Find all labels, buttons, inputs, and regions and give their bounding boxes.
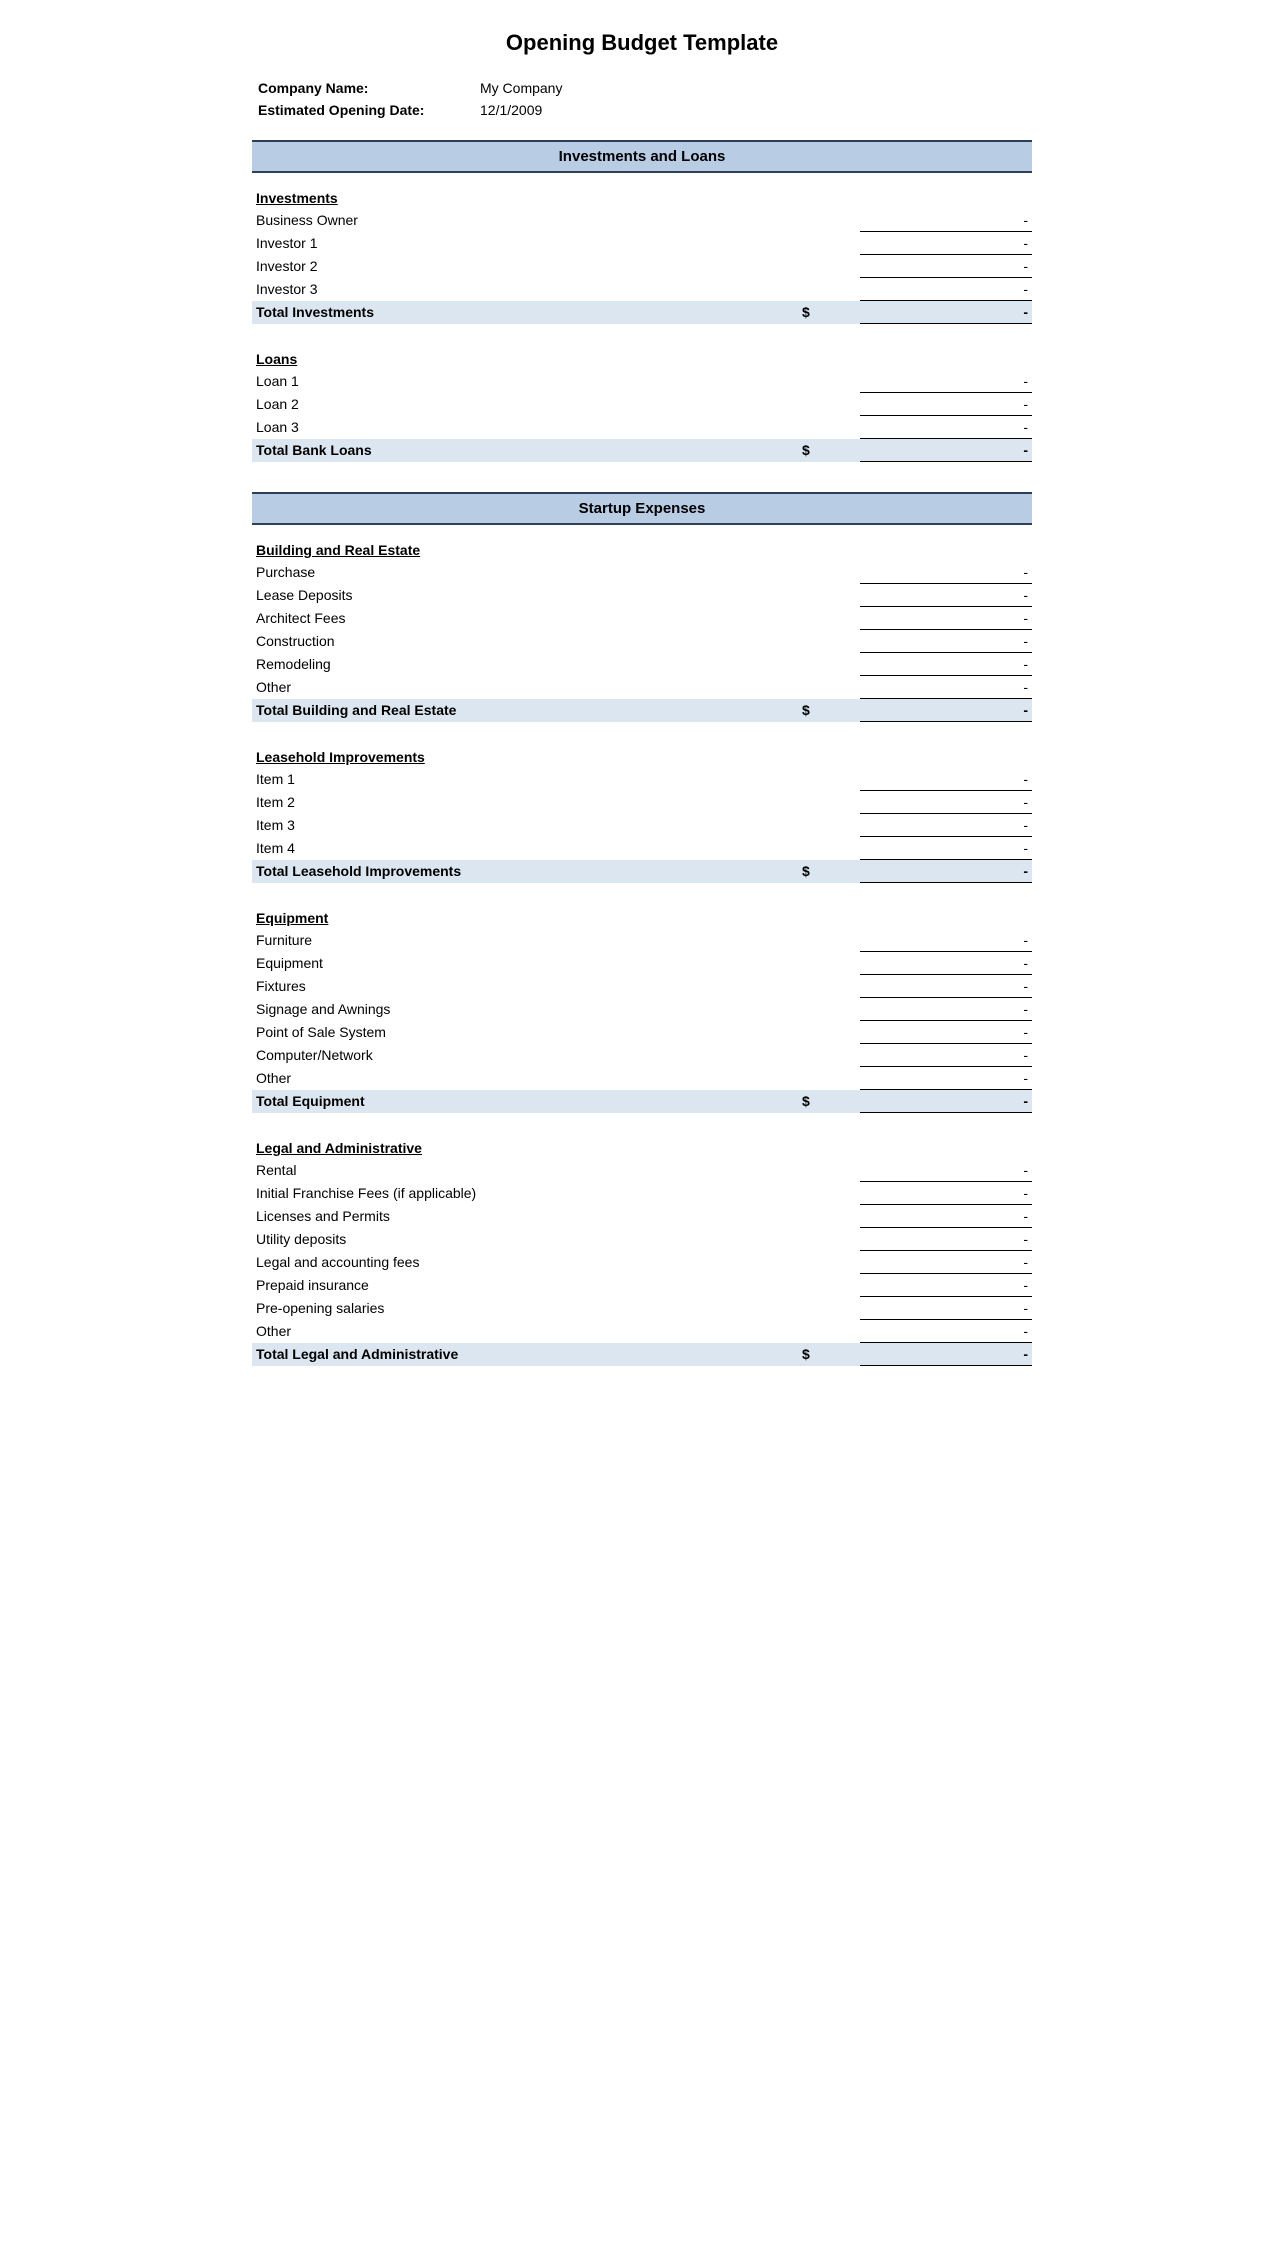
list-item: Equipment - xyxy=(252,952,1032,975)
list-item: Other - xyxy=(252,1320,1032,1343)
list-item: Loan 1 - xyxy=(252,370,1032,393)
date-label: Estimated Opening Date: xyxy=(254,100,474,120)
list-item: Lease Deposits - xyxy=(252,584,1032,607)
total-equipment-row: Total Equipment $ - xyxy=(252,1090,1032,1113)
legal-table: Legal and Administrative Rental - Initia… xyxy=(252,1137,1032,1366)
investments-title: Investments xyxy=(252,187,798,209)
list-item: Architect Fees - xyxy=(252,607,1032,630)
legal-title: Legal and Administrative xyxy=(252,1137,798,1159)
list-item: Other - xyxy=(252,676,1032,699)
list-item: Item 1 - xyxy=(252,768,1032,791)
total-investments-row: Total Investments $ - xyxy=(252,301,1032,324)
total-building-row: Total Building and Real Estate $ - xyxy=(252,699,1032,722)
list-item: Legal and accounting fees - xyxy=(252,1251,1032,1274)
page-title: Opening Budget Template xyxy=(252,30,1032,56)
list-item: Utility deposits - xyxy=(252,1228,1032,1251)
list-item: Investor 1 - xyxy=(252,232,1032,255)
date-value: 12/1/2009 xyxy=(476,100,1030,120)
list-item: Computer/Network - xyxy=(252,1044,1032,1067)
list-item: Signage and Awnings - xyxy=(252,998,1032,1021)
list-item: Other - xyxy=(252,1067,1032,1090)
investments-loans-header: Investments and Loans xyxy=(252,140,1032,173)
list-item: Investor 3 - xyxy=(252,278,1032,301)
list-item: Prepaid insurance - xyxy=(252,1274,1032,1297)
list-item: Investor 2 - xyxy=(252,255,1032,278)
list-item: Business Owner - xyxy=(252,209,1032,232)
total-loans-row: Total Bank Loans $ - xyxy=(252,439,1032,462)
list-item: Initial Franchise Fees (if applicable) - xyxy=(252,1182,1032,1205)
list-item: Rental - xyxy=(252,1159,1032,1182)
list-item: Loan 3 - xyxy=(252,416,1032,439)
investments-table: Investments Business Owner - Investor 1 … xyxy=(252,187,1032,324)
list-item: Remodeling - xyxy=(252,653,1032,676)
total-leasehold-row: Total Leasehold Improvements $ - xyxy=(252,860,1032,883)
company-info: Company Name: My Company Estimated Openi… xyxy=(252,76,1032,122)
list-item: Fixtures - xyxy=(252,975,1032,998)
list-item: Pre-opening salaries - xyxy=(252,1297,1032,1320)
loans-table: Loans Loan 1 - Loan 2 - Loan 3 - Total B… xyxy=(252,348,1032,462)
equipment-title: Equipment xyxy=(252,907,798,929)
list-item: Loan 2 - xyxy=(252,393,1032,416)
company-name-value: My Company xyxy=(476,78,1030,98)
total-legal-row: Total Legal and Administrative $ - xyxy=(252,1343,1032,1366)
loans-title: Loans xyxy=(252,348,798,370)
equipment-table: Equipment Furniture - Equipment - Fixtur… xyxy=(252,907,1032,1113)
building-title: Building and Real Estate xyxy=(252,539,798,561)
list-item: Licenses and Permits - xyxy=(252,1205,1032,1228)
list-item: Purchase - xyxy=(252,561,1032,584)
startup-expenses-header: Startup Expenses xyxy=(252,492,1032,525)
building-table: Building and Real Estate Purchase - Leas… xyxy=(252,539,1032,722)
list-item: Point of Sale System - xyxy=(252,1021,1032,1044)
company-name-label: Company Name: xyxy=(254,78,474,98)
leasehold-table: Leasehold Improvements Item 1 - Item 2 -… xyxy=(252,746,1032,883)
leasehold-title: Leasehold Improvements xyxy=(252,746,798,768)
list-item: Item 2 - xyxy=(252,791,1032,814)
list-item: Item 4 - xyxy=(252,837,1032,860)
list-item: Item 3 - xyxy=(252,814,1032,837)
list-item: Furniture - xyxy=(252,929,1032,952)
list-item: Construction - xyxy=(252,630,1032,653)
